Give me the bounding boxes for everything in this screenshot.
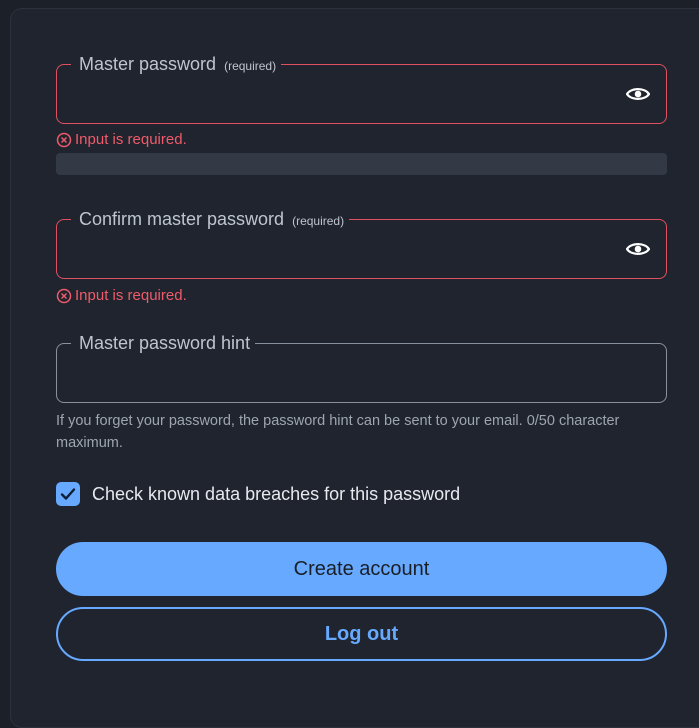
error-circle-icon	[56, 132, 72, 148]
master-password-label: Master password (required)	[71, 53, 282, 77]
checkmark-icon	[60, 488, 76, 500]
confirm-password-error: Input is required.	[56, 287, 187, 304]
breach-check-label: Check known data breaches for this passw…	[92, 483, 461, 504]
breach-check-option[interactable]: Check known data breaches for this passw…	[56, 482, 460, 506]
master-password-field[interactable]: Master password (required)	[56, 53, 667, 124]
confirm-password-label: Confirm master password (required)	[71, 208, 350, 232]
password-hint-help: If you forget your password, the passwor…	[56, 413, 620, 451]
breach-check-checkbox[interactable]	[56, 482, 80, 506]
master-password-error: Input is required.	[56, 131, 187, 148]
confirm-password-field[interactable]: Confirm master password (required)	[56, 208, 667, 279]
password-hint-label: Master password hint	[71, 332, 256, 354]
error-circle-icon	[56, 288, 72, 304]
eye-icon[interactable]	[626, 238, 650, 260]
eye-icon[interactable]	[626, 83, 650, 105]
password-hint-field[interactable]: Master password hint	[56, 332, 667, 403]
required-tag: (required)	[224, 59, 277, 73]
required-tag: (required)	[292, 214, 345, 228]
create-account-button[interactable]: Create account	[56, 542, 667, 596]
log-out-button[interactable]: Log out	[56, 607, 667, 661]
password-strength-bar	[56, 153, 667, 175]
